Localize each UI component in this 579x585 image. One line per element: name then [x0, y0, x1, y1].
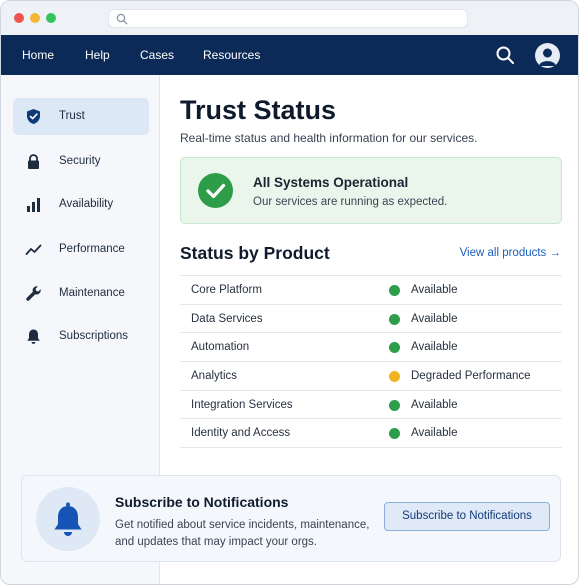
main-content: Trust Status Real-time status and health…	[160, 75, 578, 475]
shield-icon	[27, 109, 40, 124]
lock-icon	[28, 154, 39, 169]
table-row: Analytics Degraded Performance	[180, 362, 562, 391]
sidebar-item-label: Performance	[59, 243, 125, 255]
address-bar[interactable]	[108, 9, 468, 28]
page-subtitle: Real-time status and health information …	[180, 131, 478, 145]
table-row: Integration Services Available	[180, 391, 562, 420]
status-dot	[389, 342, 400, 354]
search-icon	[116, 13, 128, 25]
browser-chrome	[1, 1, 578, 35]
status-text: Available	[411, 341, 458, 354]
sidebar-item-label: Subscriptions	[59, 330, 129, 342]
product-name: Analytics	[191, 370, 238, 383]
table-row: Automation Available	[180, 333, 562, 363]
bell-icon	[54, 502, 82, 536]
status-banner: All Systems Operational Our services are…	[180, 157, 562, 224]
trend-line-icon	[25, 244, 42, 255]
user-icon	[539, 48, 556, 66]
product-status-table: Core Platform Available Data Services Avail…	[180, 275, 562, 449]
status-text: Available	[411, 284, 458, 296]
banner-title: All Systems Operational	[253, 175, 409, 190]
bell-icon	[27, 329, 40, 344]
status-dot	[389, 285, 400, 296]
status-dot	[389, 371, 400, 383]
status-dot	[389, 313, 400, 325]
section-title: Status by Product	[180, 243, 330, 263]
sidebar-item-security[interactable]: Security	[13, 143, 149, 180]
table-row: Identity and Access Available	[180, 419, 562, 449]
sidebar-item-label: Maintenance	[59, 287, 125, 299]
close-window-button[interactable]	[14, 13, 24, 23]
nav-home[interactable]: Home	[22, 48, 54, 62]
sidebar-item-label: Security	[59, 155, 101, 167]
bell-badge	[36, 487, 100, 551]
product-name: Automation	[191, 341, 250, 354]
nav-resources[interactable]: Resources	[203, 48, 260, 62]
top-navigation: Home Help Cases Resources	[1, 35, 578, 75]
product-name: Identity and Access	[191, 427, 291, 440]
wrench-icon	[26, 286, 41, 301]
sidebar-item-maintenance[interactable]: Maintenance	[13, 275, 149, 312]
sidebar-item-availability[interactable]: Availability	[13, 186, 149, 223]
sidebar-item-label: Trust	[59, 110, 85, 122]
status-text: Degraded Performance	[411, 370, 531, 383]
view-all-products-link[interactable]: View all products →	[460, 247, 561, 259]
user-avatar[interactable]	[535, 43, 560, 68]
search-icon[interactable]	[495, 45, 515, 65]
minimize-window-button[interactable]	[30, 13, 40, 23]
table-row: Core Platform Available	[180, 276, 562, 305]
checkmark-icon	[206, 183, 226, 199]
sidebar-item-subscriptions[interactable]: Subscriptions	[13, 318, 149, 355]
subscribe-title: Subscribe to Notifications	[115, 494, 289, 510]
bar-chart-icon	[27, 198, 40, 212]
subscribe-description: Get notified about service incidents, ma…	[115, 519, 370, 548]
subscribe-button[interactable]: Subscribe to Notifications	[384, 502, 550, 531]
sidebar-item-trust[interactable]: Trust	[13, 98, 149, 135]
product-name: Integration Services	[191, 398, 293, 411]
subscribe-card: Subscribe to Notifications Get notified …	[21, 475, 561, 562]
sidebar-item-label: Availability	[59, 198, 114, 210]
table-row: Data Services Available	[180, 305, 562, 334]
status-text: Available	[411, 398, 458, 411]
maximize-window-button[interactable]	[46, 13, 56, 23]
nav-help[interactable]: Help	[85, 48, 110, 62]
status-dot	[389, 428, 400, 440]
page-title: Trust Status	[180, 95, 337, 125]
banner-description: Our services are running as expected.	[253, 196, 448, 208]
product-name: Data Services	[191, 312, 263, 325]
status-check-badge	[198, 173, 233, 208]
status-text: Available	[411, 427, 458, 440]
product-name: Core Platform	[191, 284, 262, 296]
status-text: Available	[411, 312, 458, 325]
status-dot	[389, 399, 400, 411]
nav-cases[interactable]: Cases	[140, 48, 174, 62]
sidebar-item-performance[interactable]: Performance	[13, 231, 149, 268]
browser-window: Home Help Cases Resources Trust Security…	[0, 0, 579, 585]
